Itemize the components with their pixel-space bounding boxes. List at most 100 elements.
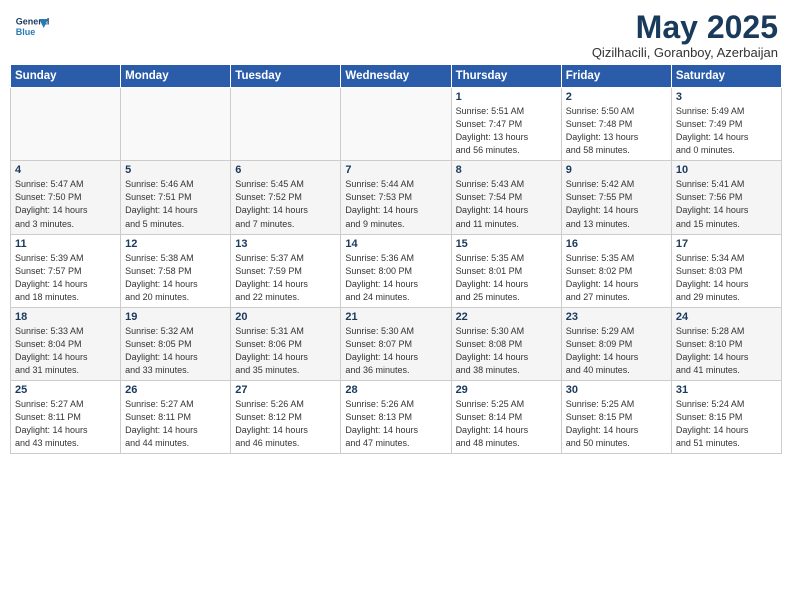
- day-number: 15: [456, 238, 557, 250]
- day-info: Sunrise: 5:34 AM Sunset: 8:03 PM Dayligh…: [676, 252, 777, 304]
- month-title: May 2025: [592, 10, 778, 45]
- calendar-day-cell: 10 Sunrise: 5:41 AM Sunset: 7:56 PM Dayli…: [671, 161, 781, 234]
- calendar-empty-cell: [231, 88, 341, 161]
- day-number: 28: [345, 384, 446, 396]
- calendar-day-cell: 12 Sunrise: 5:38 AM Sunset: 7:58 PM Dayli…: [121, 234, 231, 307]
- calendar-table: SundayMondayTuesdayWednesdayThursdayFrid…: [10, 64, 782, 454]
- calendar-empty-cell: [341, 88, 451, 161]
- calendar-day-cell: 19 Sunrise: 5:32 AM Sunset: 8:05 PM Dayli…: [121, 307, 231, 380]
- day-info: Sunrise: 5:43 AM Sunset: 7:54 PM Dayligh…: [456, 178, 557, 230]
- day-number: 12: [125, 238, 226, 250]
- calendar-day-cell: 24 Sunrise: 5:28 AM Sunset: 8:10 PM Dayli…: [671, 307, 781, 380]
- day-info: Sunrise: 5:39 AM Sunset: 7:57 PM Dayligh…: [15, 252, 116, 304]
- day-info: Sunrise: 5:45 AM Sunset: 7:52 PM Dayligh…: [235, 178, 336, 230]
- calendar-day-cell: 11 Sunrise: 5:39 AM Sunset: 7:57 PM Dayli…: [11, 234, 121, 307]
- calendar-day-cell: 8 Sunrise: 5:43 AM Sunset: 7:54 PM Daylig…: [451, 161, 561, 234]
- calendar-day-cell: 30Sunrise: 5:25 AM Sunset: 8:15 PM Dayli…: [561, 380, 671, 453]
- calendar-week-row: 25 Sunrise: 5:27 AM Sunset: 8:11 PM Dayli…: [11, 380, 782, 453]
- day-number: 25: [15, 384, 116, 396]
- day-number: 8: [456, 164, 557, 176]
- calendar-week-row: 18 Sunrise: 5:33 AM Sunset: 8:04 PM Dayli…: [11, 307, 782, 380]
- day-number: 7: [345, 164, 446, 176]
- calendar-day-cell: 27 Sunrise: 5:26 AM Sunset: 8:12 PM Dayli…: [231, 380, 341, 453]
- calendar-day-cell: 13 Sunrise: 5:37 AM Sunset: 7:59 PM Dayli…: [231, 234, 341, 307]
- day-info: Sunrise: 5:35 AM Sunset: 8:02 PM Dayligh…: [566, 252, 667, 304]
- calendar-day-cell: 2 Sunrise: 5:50 AM Sunset: 7:48 PM Daylig…: [561, 88, 671, 161]
- day-number: 23: [566, 311, 667, 323]
- calendar-day-cell: 22Sunrise: 5:30 AM Sunset: 8:08 PM Dayli…: [451, 307, 561, 380]
- day-info: Sunrise: 5:46 AM Sunset: 7:51 PM Dayligh…: [125, 178, 226, 230]
- day-info: Sunrise: 5:27 AM Sunset: 8:11 PM Dayligh…: [15, 398, 116, 450]
- day-info: Sunrise: 5:25 AM Sunset: 8:14 PM Dayligh…: [456, 398, 557, 450]
- day-info: Sunrise: 5:27 AM Sunset: 8:11 PM Dayligh…: [125, 398, 226, 450]
- day-info: Sunrise: 5:31 AM Sunset: 8:06 PM Dayligh…: [235, 325, 336, 377]
- weekday-header-wednesday: Wednesday: [341, 65, 451, 88]
- day-number: 5: [125, 164, 226, 176]
- calendar-week-row: 11 Sunrise: 5:39 AM Sunset: 7:57 PM Dayli…: [11, 234, 782, 307]
- day-info: Sunrise: 5:26 AM Sunset: 8:12 PM Dayligh…: [235, 398, 336, 450]
- calendar-day-cell: 23 Sunrise: 5:29 AM Sunset: 8:09 PM Dayli…: [561, 307, 671, 380]
- day-info: Sunrise: 5:24 AM Sunset: 8:15 PM Dayligh…: [676, 398, 777, 450]
- day-info: Sunrise: 5:36 AM Sunset: 8:00 PM Dayligh…: [345, 252, 446, 304]
- day-number: 2: [566, 91, 667, 103]
- day-number: 10: [676, 164, 777, 176]
- day-number: 18: [15, 311, 116, 323]
- day-info: Sunrise: 5:35 AM Sunset: 8:01 PM Dayligh…: [456, 252, 557, 304]
- day-number: 30: [566, 384, 667, 396]
- day-number: 14: [345, 238, 446, 250]
- logo-icon: General Blue: [14, 10, 50, 46]
- day-number: 1: [456, 91, 557, 103]
- weekday-header-monday: Monday: [121, 65, 231, 88]
- day-number: 24: [676, 311, 777, 323]
- day-number: 29: [456, 384, 557, 396]
- day-number: 20: [235, 311, 336, 323]
- weekday-header-row: SundayMondayTuesdayWednesdayThursdayFrid…: [11, 65, 782, 88]
- weekday-header-saturday: Saturday: [671, 65, 781, 88]
- calendar-day-cell: 15 Sunrise: 5:35 AM Sunset: 8:01 PM Dayli…: [451, 234, 561, 307]
- logo: General Blue: [14, 10, 50, 46]
- calendar-day-cell: 6 Sunrise: 5:45 AM Sunset: 7:52 PM Daylig…: [231, 161, 341, 234]
- day-info: Sunrise: 5:26 AM Sunset: 8:13 PM Dayligh…: [345, 398, 446, 450]
- calendar-day-cell: 16Sunrise: 5:35 AM Sunset: 8:02 PM Dayli…: [561, 234, 671, 307]
- page-header: General Blue May 2025 Qizilhacili, Goran…: [10, 10, 782, 60]
- day-info: Sunrise: 5:33 AM Sunset: 8:04 PM Dayligh…: [15, 325, 116, 377]
- day-info: Sunrise: 5:32 AM Sunset: 8:05 PM Dayligh…: [125, 325, 226, 377]
- calendar-day-cell: 18 Sunrise: 5:33 AM Sunset: 8:04 PM Dayli…: [11, 307, 121, 380]
- day-number: 27: [235, 384, 336, 396]
- day-info: Sunrise: 5:50 AM Sunset: 7:48 PM Dayligh…: [566, 105, 667, 157]
- day-info: Sunrise: 5:29 AM Sunset: 8:09 PM Dayligh…: [566, 325, 667, 377]
- day-number: 13: [235, 238, 336, 250]
- calendar-day-cell: 26Sunrise: 5:27 AM Sunset: 8:11 PM Dayli…: [121, 380, 231, 453]
- day-number: 31: [676, 384, 777, 396]
- day-number: 21: [345, 311, 446, 323]
- day-info: Sunrise: 5:37 AM Sunset: 7:59 PM Dayligh…: [235, 252, 336, 304]
- calendar-day-cell: 29 Sunrise: 5:25 AM Sunset: 8:14 PM Dayli…: [451, 380, 561, 453]
- weekday-header-tuesday: Tuesday: [231, 65, 341, 88]
- calendar-day-cell: 25 Sunrise: 5:27 AM Sunset: 8:11 PM Dayli…: [11, 380, 121, 453]
- weekday-header-sunday: Sunday: [11, 65, 121, 88]
- day-info: Sunrise: 5:30 AM Sunset: 8:07 PM Dayligh…: [345, 325, 446, 377]
- day-info: Sunrise: 5:28 AM Sunset: 8:10 PM Dayligh…: [676, 325, 777, 377]
- day-info: Sunrise: 5:51 AM Sunset: 7:47 PM Dayligh…: [456, 105, 557, 157]
- day-info: Sunrise: 5:41 AM Sunset: 7:56 PM Dayligh…: [676, 178, 777, 230]
- day-number: 4: [15, 164, 116, 176]
- day-number: 6: [235, 164, 336, 176]
- day-number: 17: [676, 238, 777, 250]
- day-number: 11: [15, 238, 116, 250]
- day-number: 19: [125, 311, 226, 323]
- location-subtitle: Qizilhacili, Goranboy, Azerbaijan: [592, 45, 778, 60]
- day-info: Sunrise: 5:49 AM Sunset: 7:49 PM Dayligh…: [676, 105, 777, 157]
- calendar-day-cell: 9Sunrise: 5:42 AM Sunset: 7:55 PM Daylig…: [561, 161, 671, 234]
- calendar-week-row: 1 Sunrise: 5:51 AM Sunset: 7:47 PM Daylig…: [11, 88, 782, 161]
- calendar-day-cell: 17 Sunrise: 5:34 AM Sunset: 8:03 PM Dayli…: [671, 234, 781, 307]
- day-number: 22: [456, 311, 557, 323]
- day-info: Sunrise: 5:38 AM Sunset: 7:58 PM Dayligh…: [125, 252, 226, 304]
- calendar-day-cell: 28 Sunrise: 5:26 AM Sunset: 8:13 PM Dayli…: [341, 380, 451, 453]
- calendar-day-cell: 4Sunrise: 5:47 AM Sunset: 7:50 PM Daylig…: [11, 161, 121, 234]
- calendar-day-cell: 1 Sunrise: 5:51 AM Sunset: 7:47 PM Daylig…: [451, 88, 561, 161]
- calendar-day-cell: 14 Sunrise: 5:36 AM Sunset: 8:00 PM Dayli…: [341, 234, 451, 307]
- calendar-empty-cell: [121, 88, 231, 161]
- title-block: May 2025 Qizilhacili, Goranboy, Azerbaij…: [592, 10, 778, 60]
- svg-text:Blue: Blue: [16, 27, 36, 37]
- calendar-day-cell: 20 Sunrise: 5:31 AM Sunset: 8:06 PM Dayli…: [231, 307, 341, 380]
